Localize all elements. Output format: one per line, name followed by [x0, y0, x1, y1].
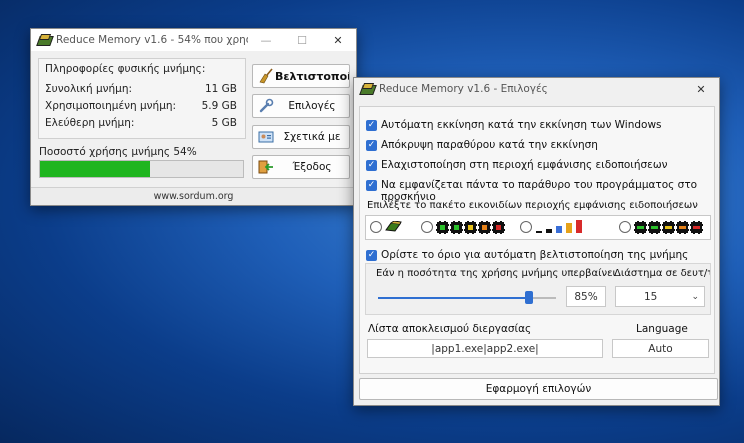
minimize-tray-label: Ελαχιστοποίηση στη περιοχή εμφάνισης ειδ… [381, 159, 668, 171]
hide-window-checkbox[interactable]: ✓ [366, 140, 377, 151]
maximize-button[interactable]: ☐ [284, 34, 320, 47]
threshold-slider[interactable] [378, 291, 556, 304]
memory-info-group: Πληροφορίες φυσικής μνήμης: Συνολική μνή… [38, 58, 246, 139]
website-link[interactable]: www.sordum.org [154, 191, 234, 202]
chip-icon [690, 221, 703, 234]
always-on-top-checkbox[interactable]: ✓ [366, 180, 377, 191]
minimize-tray-checkbox[interactable]: ✓ [366, 160, 377, 171]
chip-icon [492, 221, 505, 234]
minimize-button[interactable]: — [248, 34, 284, 47]
usage-progress-fill [40, 161, 150, 177]
wrench-icon [257, 98, 275, 114]
options-button[interactable]: Επιλογές [252, 94, 350, 118]
optimize-button[interactable]: Βελτιστοποίηση [252, 64, 350, 88]
options-titlebar[interactable]: Reduce Memory v1.6 - Επιλογές ✕ [354, 78, 719, 100]
language-label: Language [636, 323, 688, 335]
chip-icon [676, 221, 689, 234]
bar-icon [556, 226, 562, 233]
exit-door-icon [257, 159, 275, 175]
usage-progress-bar [39, 160, 244, 178]
chevron-down-icon: ⌄ [691, 291, 699, 302]
icon-pack-radio-1[interactable] [370, 221, 382, 233]
options-window-title: Reduce Memory v1.6 - Επιλογές [379, 83, 548, 95]
chip-icon [464, 221, 477, 234]
slider-thumb[interactable] [525, 291, 534, 304]
main-window-title: Reduce Memory v1.6 - 54% που χρησιμοπ... [56, 34, 248, 46]
autostart-checkbox[interactable]: ✓ [366, 120, 377, 131]
interval-value: 15 [644, 290, 658, 303]
slider-filled-track [378, 297, 530, 299]
icon-pack-selector [365, 215, 711, 240]
usage-label: Ποσοστό χρήσης μνήμης 54% [39, 146, 197, 158]
icon-pack-radio-2[interactable] [421, 221, 433, 233]
used-memory-label: Χρησιμοποιημένη μνήμη: [45, 100, 177, 112]
free-memory-value: 5 GB [211, 117, 237, 129]
options-window: Reduce Memory v1.6 - Επιλογές ✕ ✓ Αυτόμα… [353, 77, 720, 406]
threshold-value: 85% [566, 286, 606, 307]
main-window: Reduce Memory v1.6 - 54% που χρησιμοπ...… [30, 28, 357, 206]
interval-select[interactable]: 15 ⌄ [615, 286, 705, 307]
icon-pack-label: Επιλέξτε το πακέτο εικονιδίων περιοχής ε… [367, 200, 698, 211]
exclusion-label: Λίστα αποκλεισμού διεργασίας [368, 323, 532, 335]
icon-pack-chips-2 [436, 221, 506, 237]
id-card-icon [257, 129, 275, 145]
footer-bar: www.sordum.org [31, 187, 356, 205]
bar-icon [566, 223, 572, 233]
chip-icon [436, 221, 449, 234]
broom-icon [257, 68, 275, 84]
chip-icon [634, 221, 647, 234]
main-titlebar[interactable]: Reduce Memory v1.6 - 54% που χρησιμοπ...… [31, 29, 356, 51]
threshold-checkbox[interactable]: ✓ [366, 250, 377, 261]
threshold-label: Εάν η ποσότητα της χρήσης μνήμης υπερβαί… [376, 268, 616, 279]
interval-label: Διάστημα σε δευτ/τε [614, 268, 710, 279]
exit-button[interactable]: Έξοδος [252, 155, 350, 179]
language-select[interactable]: Auto [612, 339, 709, 358]
app-icon [359, 83, 377, 95]
bar-icon [546, 229, 552, 233]
threshold-check-label: Ορίστε το όριο για αυτόματη βελτιστοποίη… [381, 249, 689, 261]
memory-stick-icon [384, 220, 402, 236]
exclusion-input[interactable]: |app1.exe|app2.exe| [367, 339, 603, 358]
app-icon [36, 34, 54, 46]
apply-options-button[interactable]: Εφαρμογή επιλογών [359, 378, 718, 400]
close-button[interactable]: ✕ [320, 34, 356, 47]
icon-pack-bars-3 [536, 220, 582, 233]
chip-icon [648, 221, 661, 234]
about-button[interactable]: Σχετικά με [252, 125, 350, 149]
free-memory-label: Ελεύθερη μνήμη: [45, 117, 135, 129]
hide-window-label: Απόκρυψη παραθύρου κατά την εκκίνηση [381, 139, 598, 151]
chip-icon [478, 221, 491, 234]
options-panel: ✓ Αυτόματη εκκίνηση κατά την εκκίνηση τω… [359, 106, 715, 374]
bar-icon [536, 231, 542, 233]
chip-icon [662, 221, 675, 234]
chip-icon [450, 221, 463, 234]
memory-info-title: Πληροφορίες φυσικής μνήμης: [45, 63, 206, 75]
icon-pack-radio-3[interactable] [520, 221, 532, 233]
total-memory-value: 11 GB [204, 83, 237, 95]
threshold-panel: Εάν η ποσότητα της χρήσης μνήμης υπερβαί… [365, 263, 711, 315]
autostart-label: Αυτόματη εκκίνηση κατά την εκκίνηση των … [381, 119, 662, 131]
close-button[interactable]: ✕ [683, 83, 719, 96]
used-memory-value: 5.9 GB [201, 100, 237, 112]
bar-icon [576, 220, 582, 233]
icon-pack-chips-4 [634, 221, 704, 237]
icon-pack-radio-4[interactable] [619, 221, 631, 233]
total-memory-label: Συνολική μνήμη: [45, 83, 133, 95]
